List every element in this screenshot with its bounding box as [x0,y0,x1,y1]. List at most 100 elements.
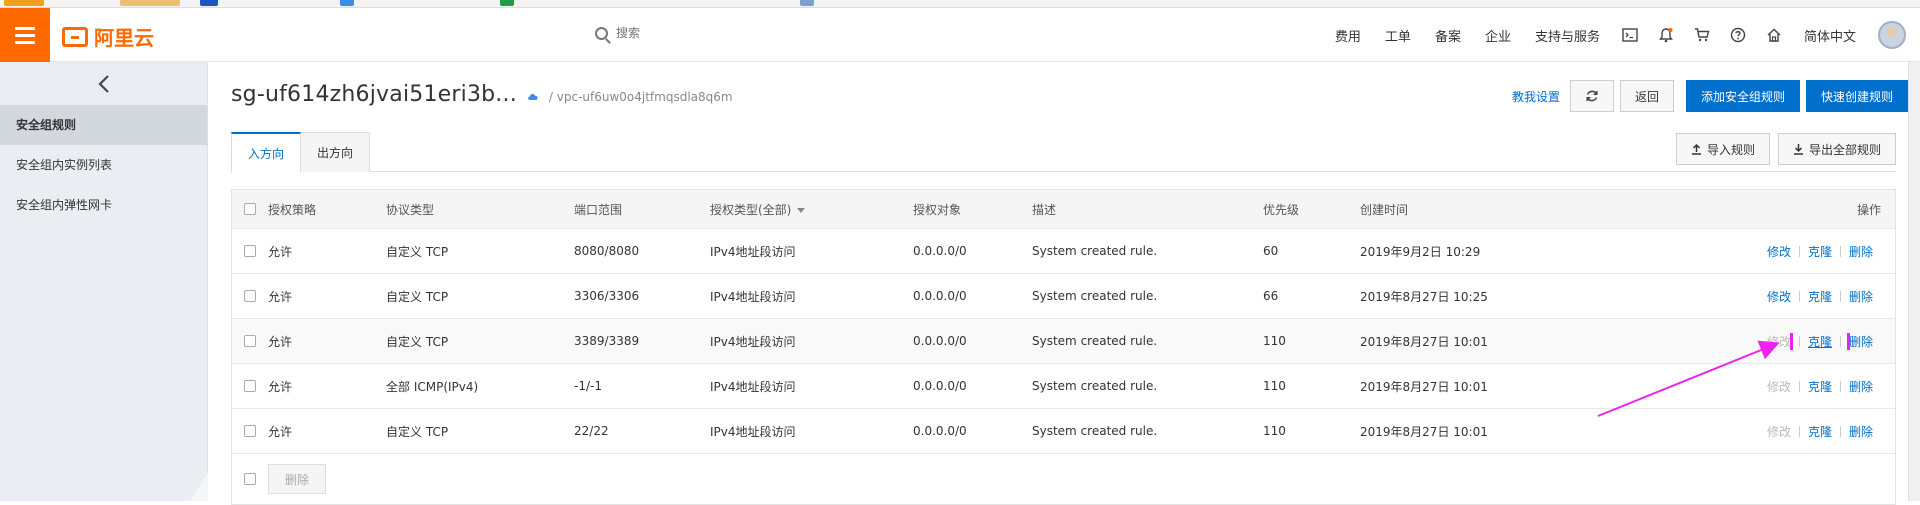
col-ops: 操作 [1695,201,1895,218]
col-port: 端口范围 [574,202,623,217]
sidebar-item-sg-instances[interactable]: 安全组内实例列表 [0,145,207,185]
edit-rule-link[interactable]: 修改 [1759,423,1799,440]
delete-rule-link[interactable]: 删除 [1841,378,1881,395]
cell-policy: 允许 [268,244,293,259]
search-box[interactable] [595,26,916,40]
aliyun-logo[interactable]: 阿里云 [62,22,154,51]
page-title: sg-uf614zh6jvai51eri3b... [231,82,517,107]
edit-rule-link[interactable]: 修改 [1759,243,1799,260]
cell-protocol: 全部 ICMP(IPv4) [386,379,479,394]
export-rules-button[interactable]: 导出全部规则 [1777,133,1896,165]
row-select-cell [232,290,268,302]
nav-enterprise[interactable]: 企业 [1473,26,1523,45]
search-input[interactable] [616,26,916,40]
row-checkbox[interactable] [244,245,256,257]
cell-port: 8080/8080 [574,244,640,258]
select-all-checkbox[interactable] [244,203,256,215]
col-auth-type-filter[interactable]: 授权类型(全部) [710,201,913,218]
sidebar-item-sg-eni[interactable]: 安全组内弹性网卡 [0,185,207,225]
direction-tabs: 入方向 出方向 [231,132,370,173]
table-footer: 删除 [232,454,1895,504]
footer-select-cell [232,473,268,485]
refresh-icon [1586,90,1598,102]
tab-outbound[interactable]: 出方向 [300,132,370,172]
cart-icon[interactable] [1684,8,1720,62]
clone-rule-link[interactable]: 克隆 [1800,288,1840,305]
row-checkbox[interactable] [244,335,256,347]
page-scrollbar[interactable] [1908,62,1920,501]
cell-description: System created rule. [1032,334,1158,348]
cell-created: 2019年8月27日 10:25 [1360,289,1488,304]
cell-priority: 66 [1263,289,1279,303]
rule-tools: 导入规则 导出全部规则 [1675,133,1896,165]
edit-rule-link[interactable]: 修改 [1759,378,1799,395]
tab-inbound[interactable]: 入方向 [231,132,301,173]
row-checkbox[interactable] [244,380,256,392]
nav-icp[interactable]: 备案 [1423,26,1473,45]
home-icon[interactable] [1756,8,1792,62]
table-row: 允许 全部 ICMP(IPv4) -1/-1 IPv4地址段访问 0.0.0.0/0 Sy… [232,364,1895,409]
delete-rule-link[interactable]: 删除 [1841,288,1881,305]
terminal-icon[interactable] [1612,8,1648,62]
help-link[interactable]: 教我设置 [1508,88,1564,105]
table-row: 允许 自定义 TCP 3389/3389 IPv4地址段访问 0.0.0.0/0 Syst… [232,319,1895,364]
add-rule-button[interactable]: 添加安全组规则 [1685,80,1800,112]
sidebar-item-sg-rules[interactable]: 安全组规则 [0,105,207,145]
breadcrumb[interactable]: / vpc-uf6uw0o4jtfmqsdla8q6m [549,90,733,104]
cell-created: 2019年8月27日 10:01 [1360,379,1488,394]
clone-rule-link[interactable]: 克隆 [1800,423,1840,440]
cloud-icon [528,93,538,100]
clone-rule-link[interactable]: 克隆 [1800,243,1840,260]
delete-rule-link[interactable]: 删除 [1841,423,1881,440]
row-checkbox[interactable] [244,425,256,437]
bulk-delete-button[interactable]: 删除 [268,464,327,494]
col-target: 授权对象 [913,202,962,217]
clone-rule-link[interactable]: 克隆 [1789,332,1850,350]
col-policy: 授权策略 [268,202,317,217]
cell-ops: 修改 克隆 删除 [1695,288,1895,305]
back-button[interactable]: 返回 [1619,80,1674,112]
cell-policy: 允许 [268,334,293,349]
quick-create-button[interactable]: 快速创建规则 [1805,80,1908,112]
hamburger-menu-icon[interactable] [0,8,50,62]
cell-auth-type: IPv4地址段访问 [710,244,796,259]
cell-target: 0.0.0.0/0 [913,424,967,438]
top-navbar: 阿里云 费用 工单 备案 企业 支持与服务 简体中文 [0,8,1920,62]
cell-priority: 110 [1263,379,1286,393]
nav-billing[interactable]: 费用 [1323,26,1373,45]
clone-rule-link[interactable]: 克隆 [1800,378,1840,395]
chevron-left-icon [97,74,109,93]
cell-target: 0.0.0.0/0 [913,244,967,258]
cell-description: System created rule. [1032,424,1158,438]
avatar[interactable] [1878,21,1906,49]
header-actions: 教我设置 返回 添加安全组规则 快速创建规则 [1508,80,1908,112]
row-select-cell [232,245,268,257]
bell-icon[interactable] [1648,8,1684,62]
table-row: 允许 自定义 TCP 3306/3306 IPv4地址段访问 0.0.0.0/0 Syst… [232,274,1895,319]
delete-rule-link[interactable]: 删除 [1841,243,1881,260]
footer-select-checkbox[interactable] [244,473,256,485]
cell-protocol: 自定义 TCP [386,289,449,304]
brand-name: 阿里云 [94,26,154,50]
cell-ops: 修改 克隆 删除 [1695,423,1895,440]
col-priority: 优先级 [1263,202,1300,217]
delete-rule-link[interactable]: 删除 [1841,333,1881,350]
refresh-button[interactable] [1569,80,1614,112]
sidebar-back-button[interactable] [0,62,207,105]
export-rules-label: 导出全部规则 [1808,142,1881,157]
table-row: 允许 自定义 TCP 22/22 IPv4地址段访问 0.0.0.0/0 System c… [232,409,1895,454]
nav-support[interactable]: 支持与服务 [1523,26,1612,45]
cell-policy: 允许 [268,289,293,304]
col-ops-label: 操作 [1856,202,1881,217]
edit-rule-link[interactable]: 修改 [1759,288,1799,305]
cell-protocol: 自定义 TCP [386,334,449,349]
language-switcher[interactable]: 简体中文 [1792,26,1868,45]
cell-port: 22/22 [574,424,609,438]
help-icon[interactable] [1720,8,1756,62]
cell-protocol: 自定义 TCP [386,424,449,439]
import-rules-button[interactable]: 导入规则 [1675,133,1770,165]
edit-rule-link[interactable]: 修改 [1759,333,1799,350]
nav-tickets[interactable]: 工单 [1373,26,1423,45]
row-checkbox[interactable] [244,290,256,302]
cell-target: 0.0.0.0/0 [913,289,967,303]
